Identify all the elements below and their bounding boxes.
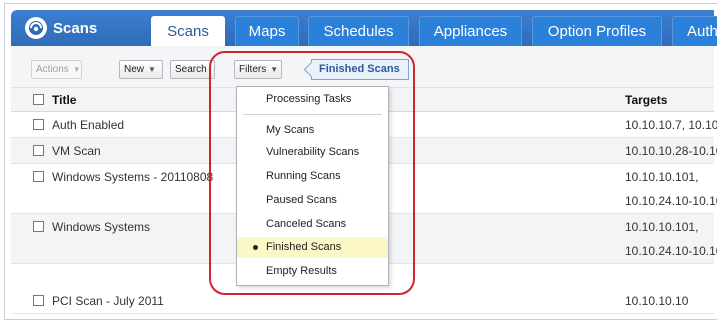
row-title[interactable]: Auth Enabled [52,118,124,132]
chevron-down-icon: ▼ [148,65,156,74]
row-targets: 10.10.10.10 [625,294,689,308]
tab-appliances[interactable]: Appliances [419,16,522,46]
row-targets: 10.10.10.7, 10.10.1 [625,118,717,132]
annotation-highlight [209,51,415,295]
row-checkbox[interactable] [33,171,44,182]
tab-option-profiles[interactable]: Option Profiles [532,16,662,46]
column-header-targets[interactable]: Targets [625,93,667,107]
row-checkbox[interactable] [33,295,44,306]
logo: Scans [25,16,97,40]
tab-schedules[interactable]: Schedules [308,16,409,46]
tab-scans[interactable]: Scans [151,16,225,47]
row-checkbox[interactable] [33,145,44,156]
row-targets-line-2: 10.10.24.10-10.10. [625,194,717,208]
column-header-title[interactable]: Title [52,93,76,107]
scans-logo-icon [25,17,47,39]
row-targets: 10.10.10.28-10.10. [625,144,717,158]
tab-maps[interactable]: Maps [235,16,299,46]
app-window: Scans Scans Maps Schedules Appliances Op… [4,3,717,320]
row-title[interactable]: PCI Scan - July 2011 [52,294,164,308]
select-all-checkbox[interactable] [33,94,44,105]
row-targets-line-1: 10.10.10.101, [625,170,699,184]
actions-label: Actions [36,64,69,75]
actions-button[interactable]: Actions ▼ [31,60,82,79]
top-nav: Scans Scans Maps Schedules Appliances Op… [11,10,717,47]
tab-auth[interactable]: Auth [672,16,717,46]
row-targets-line-2: 10.10.24.10-10.10. [625,244,717,258]
new-label: New [124,64,145,75]
chevron-down-icon: ▼ [72,65,81,74]
search-label: Search [175,64,207,75]
logo-label: Scans [53,19,98,37]
row-title[interactable]: Windows Systems [52,220,150,234]
row-title[interactable]: VM Scan [52,144,101,158]
row-checkbox[interactable] [33,221,44,232]
row-targets-line-1: 10.10.10.101, [625,220,699,234]
row-checkbox[interactable] [33,119,44,130]
new-button[interactable]: New ▼ [119,60,163,79]
